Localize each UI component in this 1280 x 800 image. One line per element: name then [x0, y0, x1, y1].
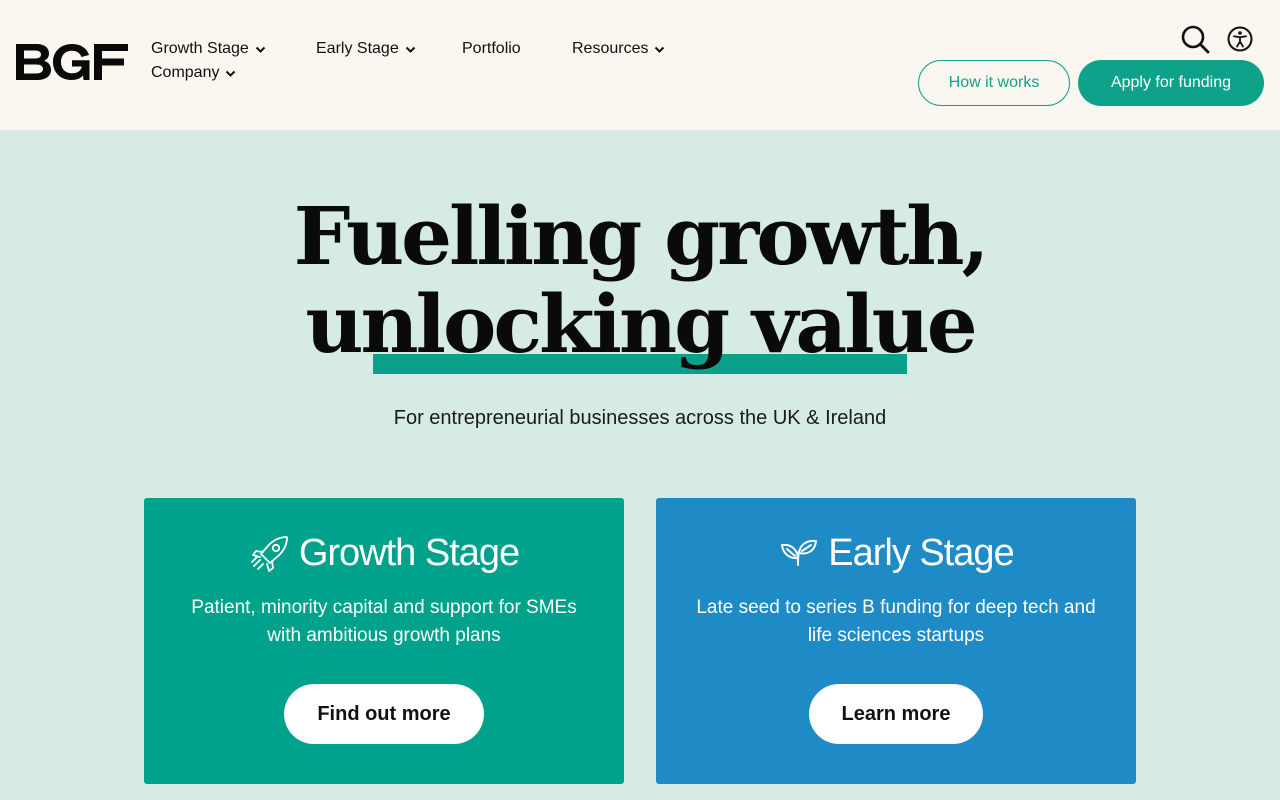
- hero-title-line2: unlocking value: [305, 277, 977, 371]
- hero: Fuelling growth, unlocking value: [0, 0, 1280, 400]
- hero-title-line1: Fuelling growth,: [293, 189, 990, 283]
- find-out-more-button[interactable]: Find out more: [284, 684, 484, 744]
- card-description: Late seed to series B funding for deep t…: [696, 597, 1096, 646]
- hero-subtitle: For entrepreneurial businesses across th…: [393, 407, 887, 429]
- rocket-icon: [250, 535, 288, 572]
- card-title: Growth Stage: [298, 532, 520, 574]
- early-stage-card: Early Stage Late seed to series B fundin…: [656, 498, 1136, 784]
- card-heading: Early Stage: [656, 532, 1136, 575]
- learn-more-button[interactable]: Learn more: [809, 684, 983, 744]
- hero-title: Fuelling growth, unlocking value: [0, 192, 1280, 368]
- card-title: Early Stage: [828, 532, 1014, 574]
- seedling-icon: [781, 539, 818, 566]
- growth-stage-card: Growth Stage Patient, minority capital a…: [144, 498, 624, 784]
- card-description: Patient, minority capital and support fo…: [191, 597, 577, 646]
- card-heading: Growth Stage: [144, 532, 624, 575]
